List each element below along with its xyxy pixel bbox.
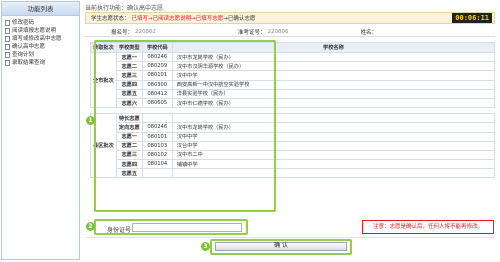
annotation-badge-1: 1 bbox=[86, 116, 95, 125]
sidebar-item-label: 填写或修改高中志愿 bbox=[12, 36, 62, 42]
status-step-read: →已阅读志愿说明 bbox=[148, 16, 192, 22]
id-number-input[interactable] bbox=[132, 223, 242, 232]
breadcrumb: 当前执行功能：确认高中志愿 bbox=[85, 5, 164, 12]
annotation-badge-3: 3 bbox=[201, 242, 210, 251]
sidebar-item-read-instructions[interactable]: 阅读填报志愿说明 bbox=[2, 27, 79, 35]
file-icon bbox=[5, 20, 10, 26]
sidebar-item-confirm-choices[interactable]: 确认高中志愿 bbox=[2, 43, 79, 51]
file-icon bbox=[5, 60, 10, 66]
sidebar-item-label: 录取结果查询 bbox=[12, 60, 46, 66]
sidebar-item-label: 修改密码 bbox=[12, 20, 35, 26]
status-step-filled: 已填写 bbox=[131, 16, 149, 22]
examno-value: 220806 bbox=[267, 28, 289, 35]
sidebar-item-fill-choices[interactable]: 填写或修改高中志愿 bbox=[2, 35, 79, 43]
sidebar-title: 功能列表 bbox=[2, 2, 79, 16]
highlight-choices-table bbox=[94, 40, 276, 212]
confirm-button[interactable]: 确 认 bbox=[215, 242, 347, 251]
sidebar-item-admission-results[interactable]: 录取结果查询 bbox=[2, 59, 79, 67]
status-step-confirmed: →已确认志愿 bbox=[223, 16, 256, 22]
sidebar-item-label: 阅读填报志愿说明 bbox=[12, 28, 57, 34]
sidebar-item-label: 查询计划 bbox=[12, 52, 35, 58]
sidebar-item-query-plan[interactable]: 查询计划 bbox=[2, 51, 79, 59]
file-icon bbox=[5, 36, 10, 42]
annotation-badge-2: 2 bbox=[86, 222, 95, 231]
file-icon bbox=[5, 44, 10, 50]
sidebar-item-change-password[interactable]: 修改密码 bbox=[2, 19, 79, 27]
regno-label: 报名号： bbox=[111, 29, 134, 36]
warning-notice: 注意：志愿是确认后，任何人将不能再修改。 bbox=[362, 220, 494, 234]
file-icon bbox=[5, 28, 10, 34]
sidebar-item-label: 确认高中志愿 bbox=[12, 44, 46, 50]
divider bbox=[85, 237, 495, 238]
status-label: 学生志愿状态： bbox=[91, 16, 130, 22]
sidebar-list: 修改密码 阅读填报志愿说明 填写或修改高中志愿 确认高中志愿 查询计划 录取结果… bbox=[2, 16, 79, 67]
status-step-entered: →已填写志愿 bbox=[191, 16, 224, 22]
name-label: 姓名： bbox=[360, 29, 378, 36]
examno-label: 准考证号： bbox=[238, 29, 266, 36]
sidebar: 功能列表 修改密码 阅读填报志愿说明 填写或修改高中志愿 确认高中志愿 查询计划… bbox=[1, 1, 80, 260]
countdown-timer: 00:06:11 bbox=[452, 13, 492, 23]
regno-value: 220802 bbox=[135, 28, 157, 35]
status-bar: 学生志愿状态： 已填写 →已阅读志愿说明 →已填写志愿 →已确认志愿 00:06… bbox=[85, 12, 495, 24]
file-icon bbox=[5, 52, 10, 58]
student-info-row: 报名号： 220802 准考证号： 220806 姓名： bbox=[85, 27, 495, 37]
